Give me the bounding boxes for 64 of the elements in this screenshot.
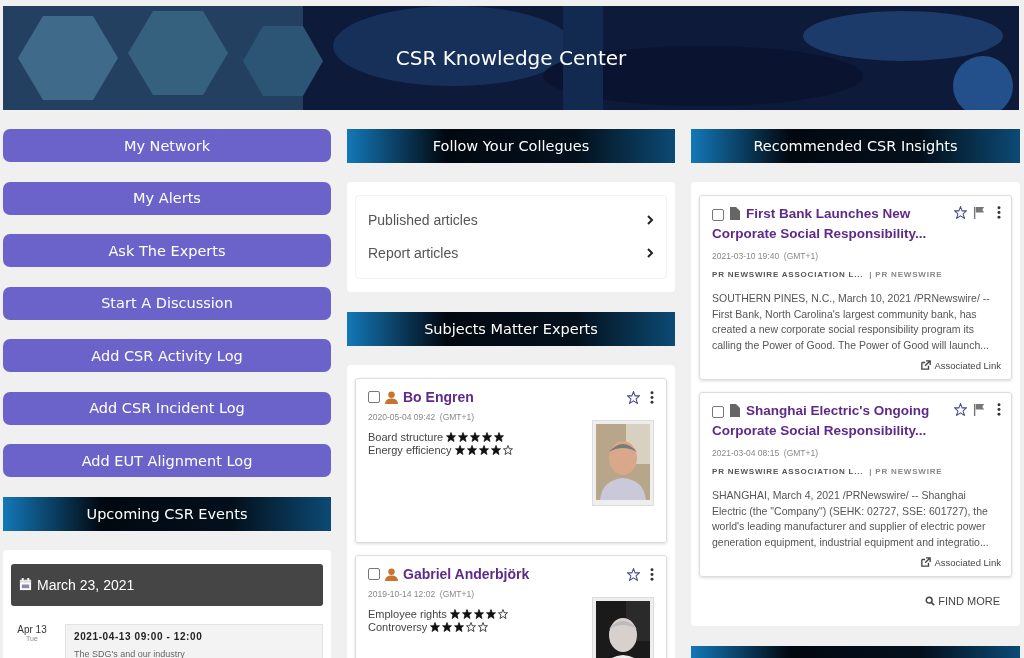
section-heading: Recommended CSR Insights	[691, 129, 1020, 163]
source-name: PR NEWSWIRE ASSOCIATION L...	[712, 270, 864, 279]
star-icon[interactable]	[954, 402, 967, 416]
article-link[interactable]: Report articles	[356, 237, 666, 270]
article-link[interactable]: Published articles	[356, 204, 666, 237]
action-button[interactable]: Add CSR Incident Log	[3, 391, 331, 425]
checkbox[interactable]	[368, 391, 380, 403]
action-button[interactable]: Start A Discussion	[3, 286, 331, 320]
document-icon	[730, 403, 740, 417]
action-button[interactable]: Add CSR Activity Log	[3, 339, 331, 372]
more-icon[interactable]	[650, 567, 654, 581]
star-icon[interactable]	[627, 567, 640, 581]
source-name: PR NEWSWIRE ASSOCIATION L...	[712, 466, 864, 476]
event-time: 2021-04-13 09:00 - 12:00	[74, 630, 204, 642]
timestamp: 2020-05-04 09:42 (GMT+1)	[368, 412, 476, 422]
more-icon[interactable]	[650, 390, 654, 404]
person-icon	[385, 567, 398, 581]
document-icon	[730, 207, 740, 220]
expert-name[interactable]: Bo Engren	[403, 389, 474, 405]
more-icon[interactable]	[997, 402, 1001, 416]
associated-link[interactable]: Associated Link	[921, 556, 1001, 568]
calendar-icon	[19, 578, 32, 591]
checkbox[interactable]	[712, 209, 724, 221]
search-icon	[925, 595, 936, 606]
event-day: Apr 13	[17, 623, 47, 635]
star-icon[interactable]	[954, 206, 967, 219]
action-button[interactable]: My Alerts	[3, 181, 331, 215]
page-title: CSR Knowledge Center	[395, 46, 627, 70]
article-summary: SHANGHAI, March 4, 2021 /PRNewswire/ -- Shanghai Electric (the "Company") (SEHK: 02727, SSE: 601727), the world's leading manufacturer and supplier of electric power generation equipment, industrial equipment and integratio...	[712, 487, 990, 550]
rating-label: Employee rights	[368, 608, 447, 620]
find-more-link[interactable]: FIND MORE	[925, 594, 1000, 607]
checkbox[interactable]	[368, 568, 380, 580]
event-title: The SDG's and our industry	[74, 648, 186, 658]
person-icon	[385, 390, 398, 404]
rating-label: Energy efficiency	[368, 444, 452, 456]
external-link-icon	[921, 557, 932, 568]
article-title[interactable]: First Bank Launches New Corporate Social Responsibility...	[712, 204, 954, 244]
checkbox[interactable]	[712, 405, 724, 418]
section-heading: Subjects Matter Experts	[347, 312, 675, 346]
article-summary: SOUTHERN PINES, N.C., March 10, 2021 /PRNewswire/ -- First Bank, North Carolina's largest community bank, has created a new corporate social responsibility program its calling the Power of Good. The Power of Good will launch...	[712, 291, 991, 354]
external-link-icon	[921, 360, 932, 371]
flag-icon[interactable]	[973, 206, 986, 219]
action-button[interactable]: Ask The Experts	[3, 234, 331, 267]
event-card[interactable]: 2021-04-13 09:00 - 12:00 The SDG's and our industry	[65, 623, 323, 658]
rating-label: Controversy	[368, 621, 428, 633]
star-icon[interactable]	[627, 390, 640, 404]
flag-icon[interactable]	[973, 402, 986, 416]
action-button[interactable]: Add EUT Alignment Log	[3, 444, 331, 477]
article-title[interactable]: Shanghai Electric's Ongoing Corporate Social Responsibility...	[712, 400, 954, 441]
timestamp: 2019-10-14 12:02 (GMT+1)	[368, 589, 476, 599]
chevron-icon	[646, 215, 654, 225]
date-heading: March 23, 2021	[37, 576, 135, 593]
associated-link[interactable]: Associated Link	[921, 359, 1001, 371]
section-heading: Follow Your Collegues	[347, 129, 675, 163]
expert-name[interactable]: Gabriel Anderbjörk	[403, 566, 530, 582]
publisher-name: | PR NEWSWIRE	[869, 466, 943, 476]
more-icon[interactable]	[997, 206, 1001, 219]
section-heading: Upcoming CSR Events	[3, 496, 331, 531]
action-button[interactable]: My Network	[3, 129, 331, 162]
timestamp: 2021-03-04 08:15 (GMT+1)	[712, 447, 820, 458]
rating-label: Board structure	[368, 431, 444, 443]
chevron-icon	[646, 248, 654, 258]
publisher-name: | PR NEWSWIRE	[869, 270, 943, 279]
timestamp: 2021-03-10 19:40 (GMT+1)	[712, 251, 820, 261]
